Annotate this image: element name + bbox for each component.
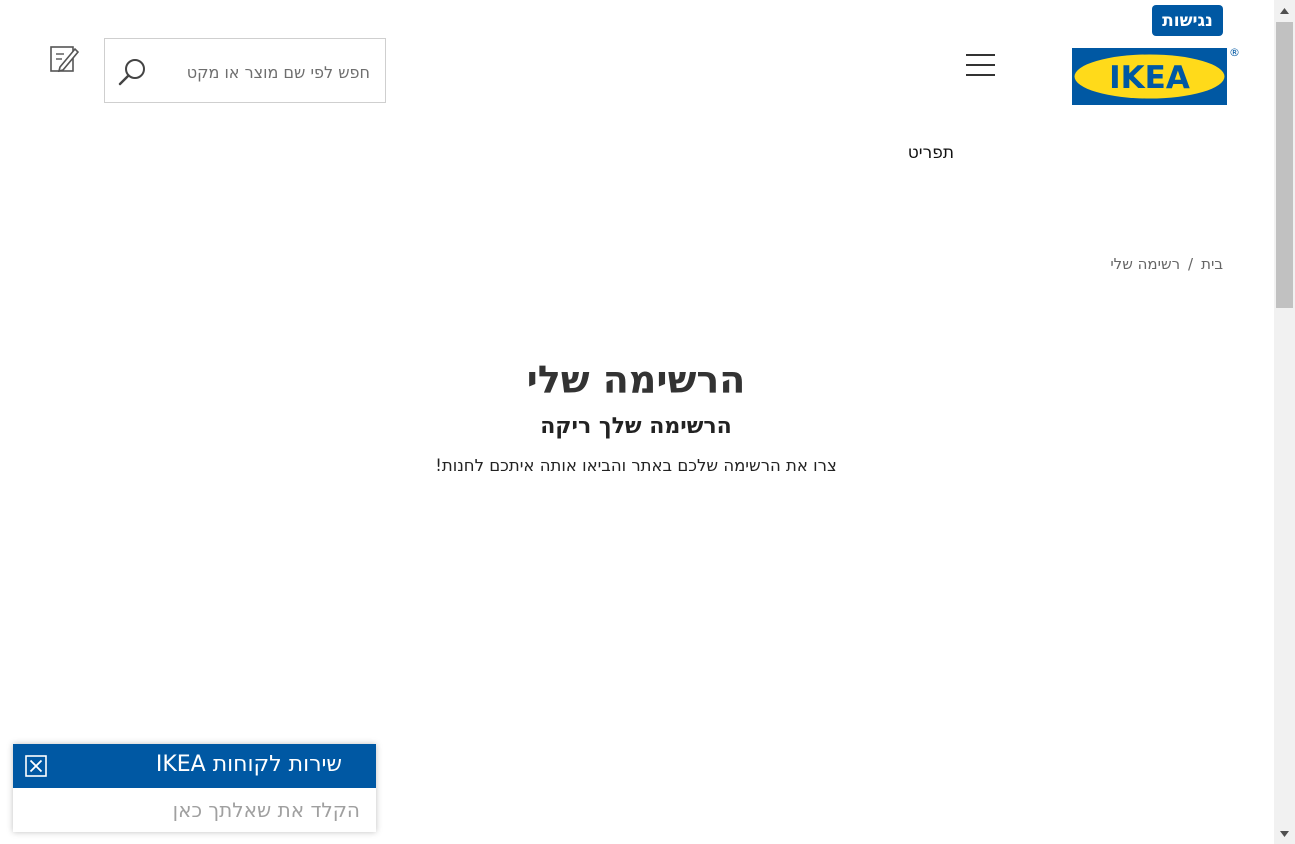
shopping-list-icon[interactable] (48, 43, 80, 75)
breadcrumb-home-link[interactable]: בית (1201, 255, 1223, 273)
empty-list-description: צרו את הרשימה שלכם באתר והביאו אותה איתכ… (435, 456, 837, 475)
registered-mark: ® (1229, 46, 1240, 59)
scroll-down-icon[interactable] (1274, 823, 1295, 844)
menu-label[interactable]: תפריט (880, 143, 954, 163)
empty-list-heading: הרשימה שלך ריקה (540, 414, 732, 439)
breadcrumb: בית / רשימה שלי (1110, 255, 1223, 273)
search-input[interactable] (163, 55, 372, 89)
vertical-scrollbar[interactable] (1274, 0, 1295, 844)
logo-text: IKEA (1109, 60, 1190, 96)
hamburger-menu-icon[interactable] (966, 52, 996, 78)
breadcrumb-current: רשימה שלי (1110, 255, 1181, 273)
ikea-logo[interactable]: IKEA (1072, 48, 1227, 105)
accessibility-button[interactable]: נגישות (1152, 5, 1223, 36)
page-title: הרשימה שלי (526, 358, 746, 402)
chat-header: שירות לקוחות IKEA (13, 744, 376, 788)
breadcrumb-separator: / (1188, 255, 1194, 273)
scrollbar-thumb[interactable] (1276, 22, 1293, 308)
search-box (104, 38, 386, 103)
chat-question-input[interactable] (13, 788, 376, 832)
scroll-up-icon[interactable] (1274, 0, 1295, 21)
chat-title: שירות לקוחות IKEA (155, 752, 342, 777)
search-icon[interactable] (117, 56, 149, 88)
customer-service-chat: שירות לקוחות IKEA (13, 744, 376, 832)
close-icon[interactable] (25, 755, 47, 777)
